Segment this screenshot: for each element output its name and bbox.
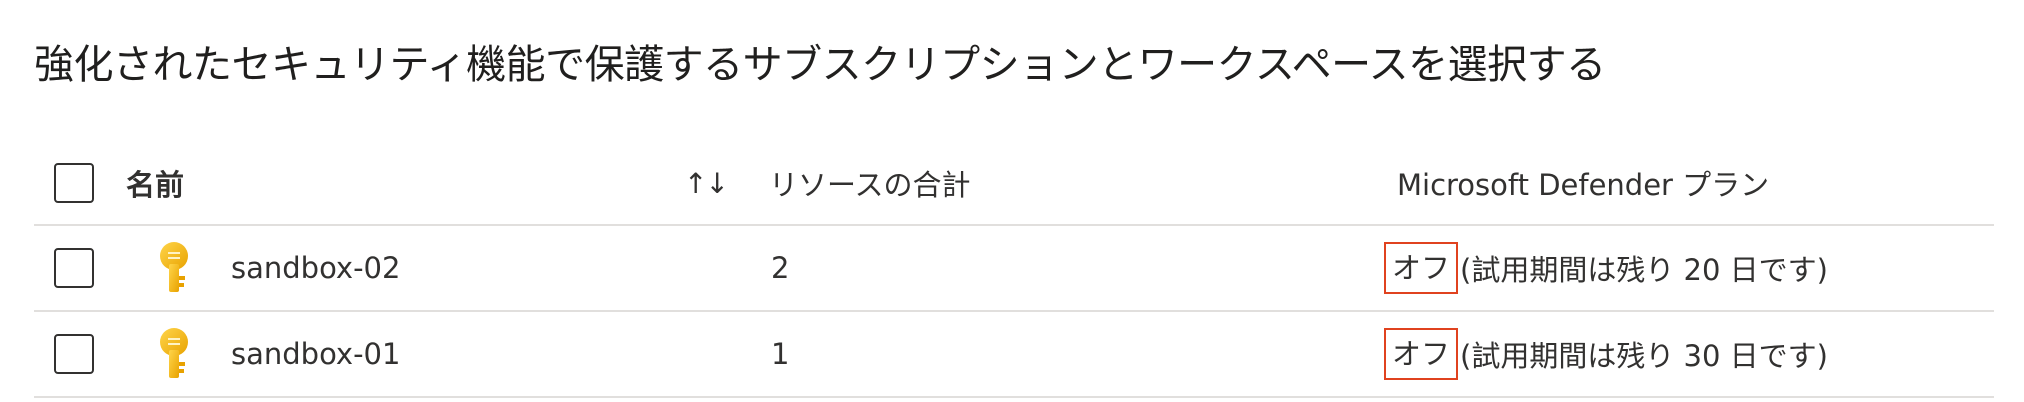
- table-row[interactable]: sandbox-01 1 オフ (試用期間は残り 30 日です): [34, 312, 1994, 398]
- table-header: 名前 ↑↓ リソースの合計 Microsoft Defender プラン: [34, 142, 1994, 226]
- row-checkbox[interactable]: [54, 334, 94, 374]
- select-all-checkbox[interactable]: [54, 163, 94, 203]
- trial-remaining: (試用期間は残り 30 日です): [1460, 339, 1828, 373]
- subscription-name[interactable]: sandbox-02: [231, 251, 400, 285]
- column-header-name[interactable]: 名前: [126, 162, 184, 204]
- defender-plan-cell: オフ (試用期間は残り 20 日です): [1384, 242, 1828, 294]
- resource-count: 2: [771, 251, 790, 285]
- table-row[interactable]: sandbox-02 2 オフ (試用期間は残り 20 日です): [34, 226, 1994, 312]
- defender-plan-cell: オフ (試用期間は残り 30 日です): [1384, 328, 1828, 380]
- sort-icon[interactable]: ↑↓: [684, 167, 729, 200]
- key-icon: [160, 242, 188, 292]
- row-checkbox[interactable]: [54, 248, 94, 288]
- key-icon: [160, 328, 188, 378]
- plan-status[interactable]: オフ: [1384, 242, 1459, 294]
- column-header-resources[interactable]: リソースの合計: [769, 162, 971, 204]
- column-header-defender-plan[interactable]: Microsoft Defender プラン: [1397, 162, 1769, 204]
- subscription-name[interactable]: sandbox-01: [231, 337, 400, 371]
- plan-status[interactable]: オフ: [1384, 328, 1459, 380]
- subscriptions-table: 名前 ↑↓ リソースの合計 Microsoft Defender プラン san…: [34, 142, 1994, 398]
- resource-count: 1: [771, 337, 790, 371]
- page-title: 強化されたセキュリティ機能で保護するサブスクリプションとワークスペースを選択する: [34, 42, 1606, 88]
- trial-remaining: (試用期間は残り 20 日です): [1460, 253, 1828, 287]
